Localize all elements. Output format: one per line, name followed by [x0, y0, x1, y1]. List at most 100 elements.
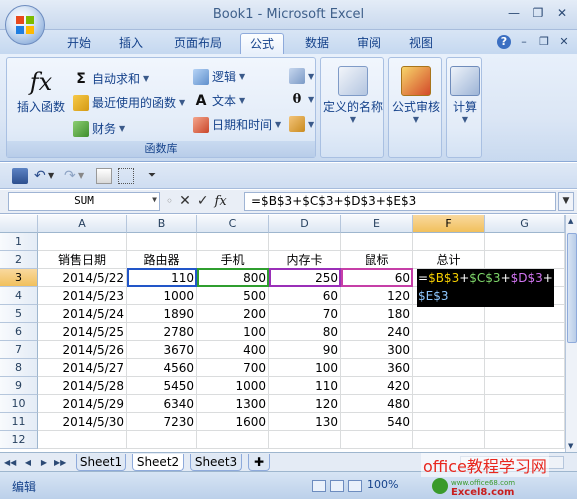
- ribbon-minimize-icon[interactable]: –: [517, 35, 531, 49]
- row-header[interactable]: 8: [0, 359, 38, 377]
- column-header[interactable]: G: [485, 215, 565, 233]
- data-cell[interactable]: 1300: [197, 395, 269, 413]
- data-cell[interactable]: 2014/5/29: [38, 395, 127, 413]
- grid-cell[interactable]: [127, 431, 197, 449]
- data-cell[interactable]: 2014/5/25: [38, 323, 127, 341]
- expand-dots-icon[interactable]: ◦: [166, 194, 173, 208]
- print-preview-icon[interactable]: [96, 168, 112, 184]
- grid-cell[interactable]: [413, 395, 485, 413]
- column-header[interactable]: E: [341, 215, 413, 233]
- prev-sheet-icon[interactable]: ◀: [22, 456, 34, 469]
- scroll-thumb[interactable]: [567, 233, 577, 343]
- grid-cell[interactable]: [485, 323, 565, 341]
- worksheet-grid[interactable]: A B C D E F G 1 2 销售日期 路由器 手机 内存卡 鼠标 总计 3 2014/5/…: [0, 215, 565, 452]
- data-cell[interactable]: 90: [269, 341, 341, 359]
- data-cell[interactable]: 360: [341, 359, 413, 377]
- data-cell[interactable]: 1890: [127, 305, 197, 323]
- tab-insert[interactable]: 插入: [112, 33, 150, 54]
- data-cell[interactable]: 2014/5/27: [38, 359, 127, 377]
- row-header[interactable]: 3: [0, 269, 38, 287]
- column-header[interactable]: F: [413, 215, 485, 233]
- grid-cell[interactable]: [485, 413, 565, 431]
- header-cell[interactable]: 鼠标: [341, 251, 413, 269]
- row-header[interactable]: 9: [0, 377, 38, 395]
- data-cell[interactable]: 180: [341, 305, 413, 323]
- text-button[interactable]: A 文本 ▼: [193, 92, 246, 109]
- grid-cell[interactable]: [485, 305, 565, 323]
- grid-cell[interactable]: [485, 395, 565, 413]
- formula-input[interactable]: =$B$3+$C$3+$D$3+$E$3: [244, 192, 556, 211]
- name-box[interactable]: SUM ▼: [8, 192, 160, 211]
- grid-cell[interactable]: [413, 323, 485, 341]
- sheet-tab-active[interactable]: Sheet2: [132, 454, 184, 471]
- help-icon[interactable]: ?: [497, 35, 511, 49]
- grid-cell[interactable]: [197, 233, 269, 251]
- page-layout-view-icon[interactable]: [330, 480, 344, 492]
- tab-review[interactable]: 审阅: [350, 33, 388, 54]
- grid-cell[interactable]: [485, 359, 565, 377]
- data-cell[interactable]: 2014/5/28: [38, 377, 127, 395]
- chevron-down-icon[interactable]: ▼: [78, 168, 94, 184]
- logical-button[interactable]: 逻辑 ▼: [193, 68, 245, 85]
- grid-cell[interactable]: [413, 233, 485, 251]
- recently-used-button[interactable]: 最近使用的函数 ▼: [73, 94, 185, 111]
- autosum-button[interactable]: Σ 自动求和 ▼: [73, 70, 149, 87]
- enter-check-icon[interactable]: ✓: [197, 193, 209, 209]
- restore-button[interactable]: ❐: [527, 4, 549, 22]
- grid-cell[interactable]: [413, 431, 485, 449]
- in-cell-editor[interactable]: =$B$3+$C$3+$D$3+ $E$3: [417, 269, 554, 307]
- next-sheet-icon[interactable]: ▶: [38, 456, 50, 469]
- select-icon[interactable]: [118, 168, 134, 184]
- first-sheet-icon[interactable]: ◀◀: [4, 456, 16, 469]
- scroll-down-icon[interactable]: ▼: [568, 442, 573, 450]
- insert-sheet-icon[interactable]: ✚: [248, 454, 270, 471]
- more-functions-button[interactable]: ▼: [289, 116, 314, 132]
- data-cell[interactable]: 200: [197, 305, 269, 323]
- grid-cell[interactable]: [197, 431, 269, 449]
- sheet-tab[interactable]: Sheet1: [76, 454, 126, 471]
- row-header[interactable]: 11: [0, 413, 38, 431]
- grid-cell[interactable]: [413, 305, 485, 323]
- tab-home[interactable]: 开始: [60, 33, 98, 54]
- chevron-down-icon[interactable]: ▼: [48, 168, 64, 184]
- grid-cell[interactable]: [485, 233, 565, 251]
- grid-cell[interactable]: [413, 377, 485, 395]
- header-cell[interactable]: 路由器: [127, 251, 197, 269]
- last-sheet-icon[interactable]: ▶▶: [54, 456, 66, 469]
- insert-function-button[interactable]: fx 插入函数: [13, 66, 69, 115]
- row-header[interactable]: 7: [0, 341, 38, 359]
- data-cell[interactable]: 100: [269, 359, 341, 377]
- data-cell[interactable]: 250: [269, 269, 341, 287]
- tab-formulas[interactable]: 公式: [240, 33, 284, 54]
- calculation-button[interactable]: 计算 ▼: [447, 66, 483, 124]
- data-cell[interactable]: 300: [341, 341, 413, 359]
- row-header[interactable]: 6: [0, 323, 38, 341]
- data-cell[interactable]: 120: [341, 287, 413, 305]
- data-cell[interactable]: 2014/5/22: [38, 269, 127, 287]
- ribbon-close-icon[interactable]: ✕: [557, 35, 571, 49]
- lookup-button[interactable]: ▼: [289, 68, 314, 84]
- data-cell[interactable]: 2014/5/26: [38, 341, 127, 359]
- expand-formula-bar-icon[interactable]: ▼: [558, 192, 574, 211]
- data-cell[interactable]: 2780: [127, 323, 197, 341]
- data-cell[interactable]: 1000: [127, 287, 197, 305]
- minimize-button[interactable]: —: [503, 4, 525, 22]
- row-header[interactable]: 2: [0, 251, 38, 269]
- header-cell[interactable]: 销售日期: [38, 251, 127, 269]
- zoom-level[interactable]: 100%: [367, 478, 398, 491]
- data-cell[interactable]: 400: [197, 341, 269, 359]
- cancel-icon[interactable]: ✕: [179, 193, 191, 209]
- tab-view[interactable]: 视图: [402, 33, 440, 54]
- formula-auditing-button[interactable]: 公式审核 ▼: [389, 66, 443, 124]
- sheet-tab[interactable]: Sheet3: [190, 454, 242, 471]
- insert-function-icon[interactable]: fx: [215, 194, 227, 209]
- grid-cell[interactable]: [38, 233, 127, 251]
- chevron-down-icon[interactable]: ▼: [152, 195, 157, 204]
- save-icon[interactable]: [12, 168, 28, 184]
- page-break-view-icon[interactable]: [348, 480, 362, 492]
- grid-cell[interactable]: [485, 377, 565, 395]
- data-cell[interactable]: 1600: [197, 413, 269, 431]
- data-cell[interactable]: 7230: [127, 413, 197, 431]
- header-cell[interactable]: 内存卡: [269, 251, 341, 269]
- data-cell[interactable]: 480: [341, 395, 413, 413]
